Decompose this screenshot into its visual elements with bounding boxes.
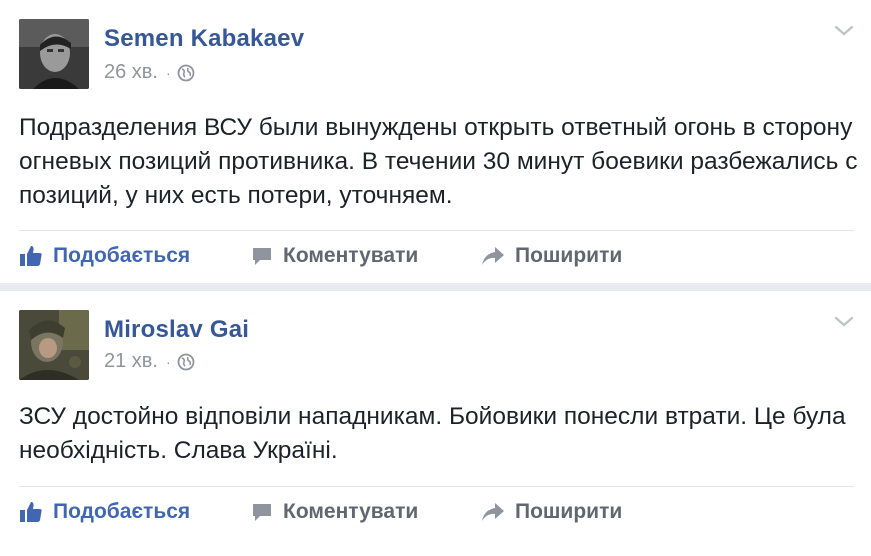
thumbs-up-icon xyxy=(20,246,42,266)
divider xyxy=(19,486,854,487)
comment-button[interactable]: Коментувати xyxy=(251,244,481,268)
post-timestamp[interactable]: 26 хв. xyxy=(104,61,158,84)
post-actions: Подобається Коментувати Поширити xyxy=(19,234,681,278)
author-name[interactable]: Miroslav Gai xyxy=(104,316,249,344)
post-meta: 21 хв. · xyxy=(104,350,195,373)
comment-bubble-icon xyxy=(253,504,271,521)
post-actions: Подобається Коментувати Поширити xyxy=(19,490,681,534)
post-text: ЗСУ достойно відповіли нападникам. Бойов… xyxy=(19,403,846,464)
chevron-down-icon[interactable] xyxy=(833,24,855,38)
like-button[interactable]: Подобається xyxy=(19,244,251,268)
avatar-photo-icon xyxy=(19,19,89,89)
share-button[interactable]: Поширити xyxy=(481,244,681,268)
share-arrow-icon xyxy=(482,503,504,521)
avatar[interactable] xyxy=(19,310,89,380)
comment-label: Коментувати xyxy=(283,244,419,267)
post-card: Semen Kabakaev 26 хв. · Подразделения ВС… xyxy=(0,0,871,283)
share-label: Поширити xyxy=(515,244,623,267)
comment-button[interactable]: Коментувати xyxy=(251,500,481,524)
globe-icon[interactable] xyxy=(177,64,195,82)
post-meta: 26 хв. · xyxy=(104,61,195,84)
chevron-down-icon[interactable] xyxy=(833,315,855,329)
comment-label: Коментувати xyxy=(283,500,419,523)
meta-separator: · xyxy=(165,64,171,81)
post-timestamp[interactable]: 21 хв. xyxy=(104,350,158,373)
globe-icon[interactable] xyxy=(177,353,195,371)
like-label: Подобається xyxy=(53,500,191,523)
thumbs-up-icon xyxy=(20,502,42,522)
avatar[interactable] xyxy=(19,19,89,89)
like-button[interactable]: Подобається xyxy=(19,500,251,524)
share-label: Поширити xyxy=(515,500,623,523)
post-text: Подразделения ВСУ были вынуждены открыть… xyxy=(19,114,858,209)
avatar-photo-icon xyxy=(19,310,89,380)
comment-bubble-icon xyxy=(253,248,271,265)
divider xyxy=(19,230,854,231)
meta-separator: · xyxy=(165,353,171,370)
like-label: Подобається xyxy=(53,244,191,267)
share-button[interactable]: Поширити xyxy=(481,500,681,524)
author-name[interactable]: Semen Kabakaev xyxy=(104,25,304,53)
share-arrow-icon xyxy=(482,247,504,265)
post-card: Miroslav Gai 21 хв. · ЗСУ достойно відпо… xyxy=(0,291,871,556)
